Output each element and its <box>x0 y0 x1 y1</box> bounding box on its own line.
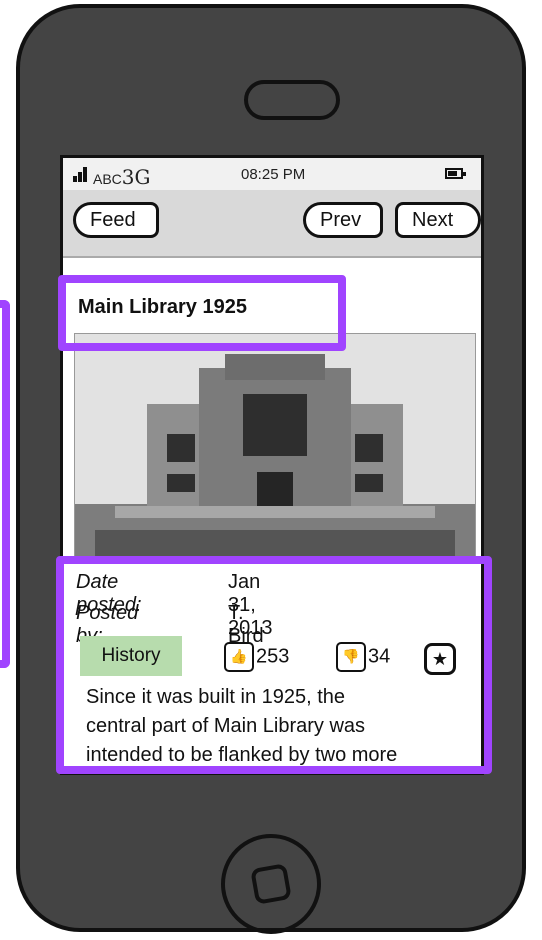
status-bar: ABC3G 08:25 PM <box>63 158 481 191</box>
library-photo <box>74 333 476 557</box>
battery-icon <box>445 168 466 179</box>
post-text-line: central part of Main Library was <box>86 715 366 737</box>
signal-icon <box>73 166 91 182</box>
star-icon[interactable]: ★ <box>424 643 456 675</box>
like-control[interactable]: 👍 253 <box>224 642 289 672</box>
post-text: Since it was built in 1925, the central … <box>86 683 486 770</box>
annotation-frame-left <box>0 300 10 668</box>
annotation-frame-title <box>58 275 346 351</box>
like-count: 253 <box>256 645 290 668</box>
nav-bar: Feed Prev Next <box>63 190 481 258</box>
carrier-label: ABC3G <box>93 165 151 189</box>
prev-button[interactable]: Prev <box>303 202 383 238</box>
next-button[interactable]: Next <box>395 202 481 238</box>
post-text-line: Since it was built in 1925, the <box>86 686 346 708</box>
speaker-slot <box>244 80 340 120</box>
post-text-line: intended to be flanked by two more <box>86 744 398 766</box>
feed-button[interactable]: Feed <box>73 202 159 238</box>
status-time: 08:25 PM <box>241 166 306 183</box>
dislike-count: 34 <box>368 645 391 668</box>
dislike-control[interactable]: 👎 34 <box>336 642 390 672</box>
home-button[interactable] <box>221 834 321 934</box>
thumbs-down-icon[interactable]: 👎 <box>336 642 366 672</box>
category-tag[interactable]: History <box>80 636 182 676</box>
thumbs-up-icon[interactable]: 👍 <box>224 642 254 672</box>
